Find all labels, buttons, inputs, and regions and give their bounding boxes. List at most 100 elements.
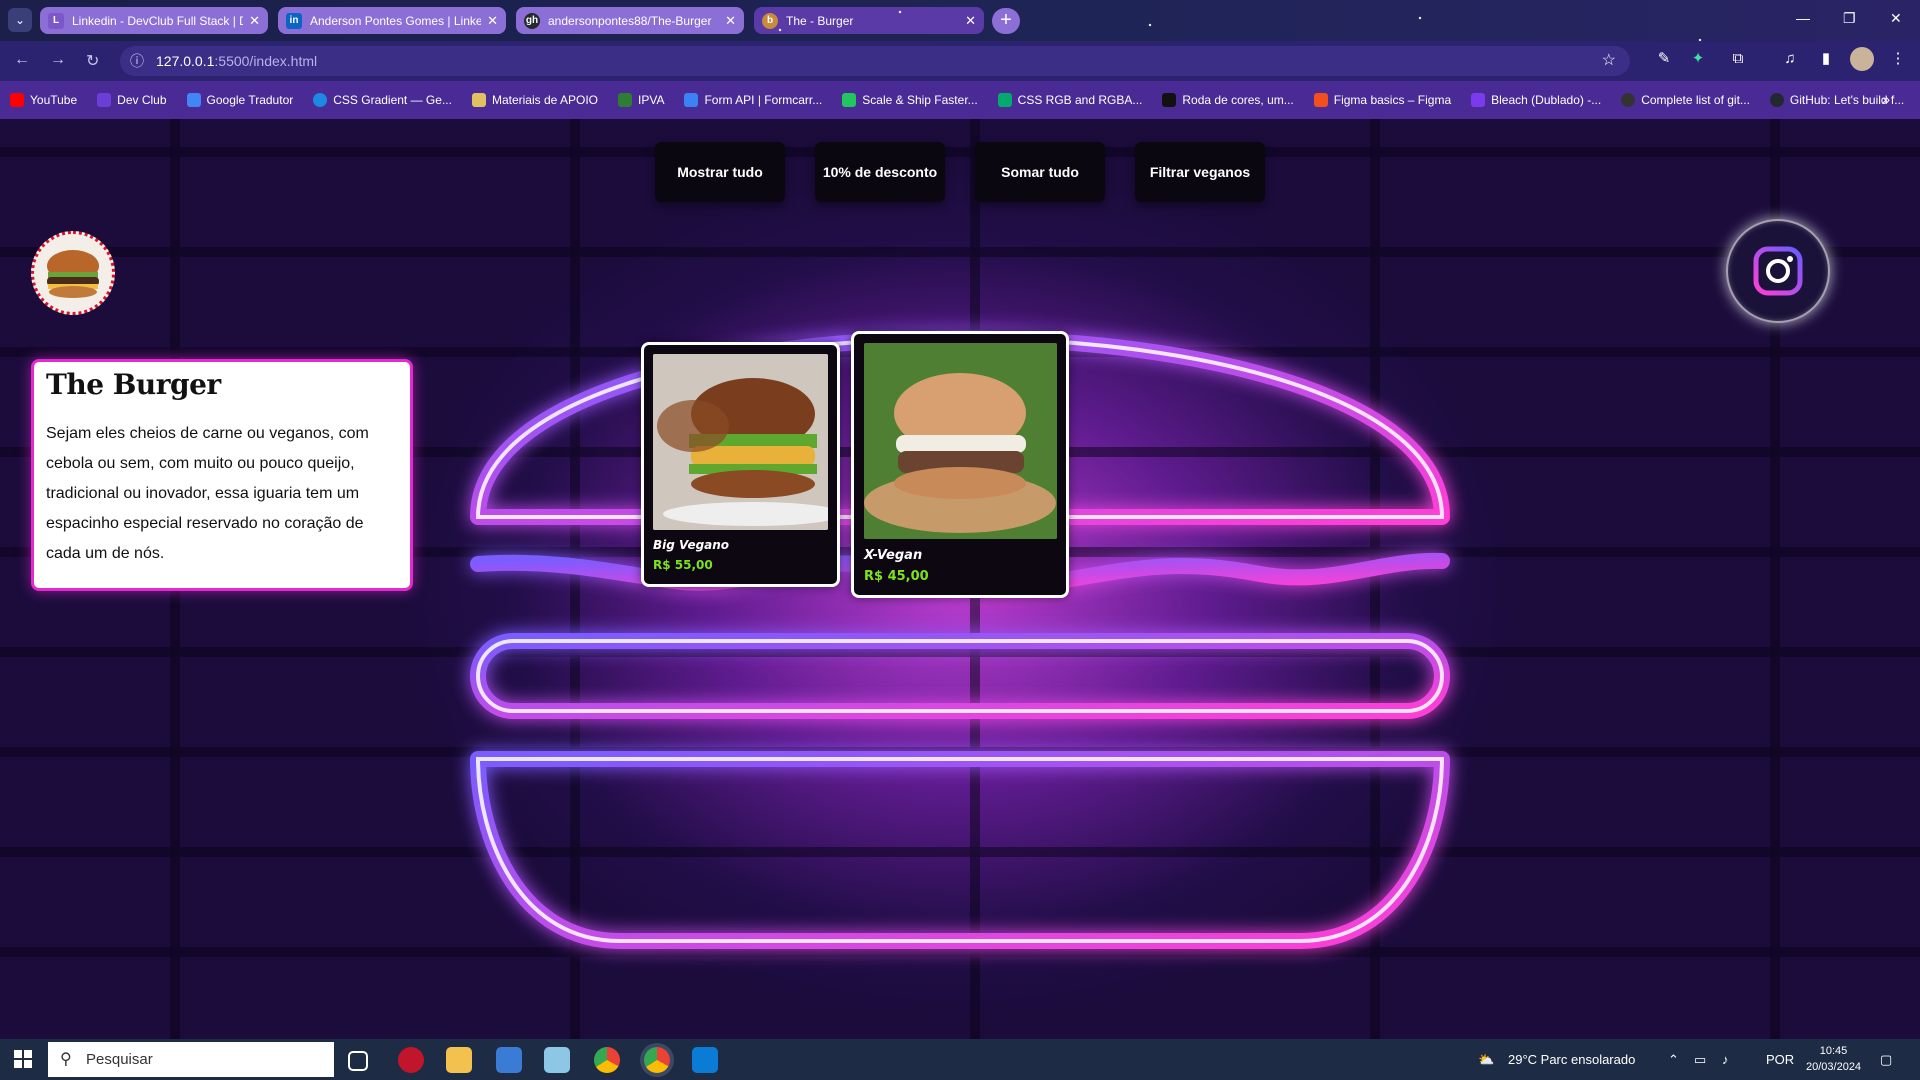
github-favicon-icon: gh — [524, 12, 540, 29]
filter-vegan-button[interactable]: Filtrar veganos — [1135, 142, 1265, 202]
bookmark-item[interactable]: Dev Club — [97, 93, 167, 107]
bookmark-label: Bleach (Dublado) -... — [1491, 93, 1602, 107]
taskbar: ⚲ Pesquisar ⛅ 29°C Parc ensolarado ⌃ ▭ ♪… — [0, 1039, 1920, 1080]
close-tab-icon[interactable]: ✕ — [965, 13, 976, 29]
windows-start-icon[interactable] — [14, 1050, 32, 1068]
bookmark-item[interactable]: IPVA — [618, 93, 664, 107]
app-icon[interactable] — [398, 1047, 424, 1073]
folder-icon — [471, 93, 486, 107]
clock-date: 20/03/2024 — [1806, 1061, 1862, 1073]
tab-title: Anderson Pontes Gomes | Linke — [310, 13, 482, 28]
tab-github-repo[interactable]: gh andersonpontes88/The-Burger ✕ — [516, 7, 744, 34]
bookmark-label: Form API | Formcarr... — [704, 93, 823, 107]
browser-toolbar: ← → ↻ ⓘ 127.0.0.1:5500/index.html ☆ — [0, 41, 1920, 81]
bookmarks-bar: YouTube Dev Club Google Tradutor CSS Gra… — [0, 81, 1920, 119]
extension-icon[interactable]: ✦ — [1688, 49, 1708, 69]
language-indicator[interactable]: POR — [1766, 1039, 1794, 1080]
clock[interactable]: 10:45 20/03/2024 — [1806, 1043, 1861, 1075]
bookmark-item[interactable]: Materiais de APOIO — [471, 93, 598, 107]
notepad-icon[interactable] — [544, 1047, 570, 1073]
chrome-menu-icon[interactable]: ⋮ — [1888, 49, 1908, 69]
eyedropper-extension-icon[interactable]: ✎ — [1654, 49, 1674, 69]
close-tab-icon[interactable]: ✕ — [725, 13, 736, 29]
reload-icon[interactable]: ↻ — [86, 51, 99, 71]
extensions-puzzle-icon[interactable]: ⧉ — [1728, 49, 1748, 69]
tab-linkedin-devclub[interactable]: L Linkedin - DevClub Full Stack | D ✕ — [40, 7, 268, 34]
bookmark-item[interactable]: Google Tradutor — [186, 93, 294, 107]
bookmark-label: Google Tradutor — [206, 93, 294, 107]
chrome-icon[interactable] — [594, 1047, 620, 1073]
url-host: 127.0.0.1 — [156, 53, 215, 69]
notifications-icon[interactable]: ▢ — [1880, 1039, 1892, 1080]
info-description: Sejam eles cheios de carne ou veganos, c… — [46, 425, 369, 562]
calculator-icon[interactable] — [496, 1047, 522, 1073]
bookmark-label: Roda de cores, um... — [1182, 93, 1294, 107]
tab-linkedin-profile[interactable]: in Anderson Pontes Gomes | Linke ✕ — [278, 7, 506, 34]
tab-title: The - Burger — [786, 13, 854, 28]
chrome-active-icon[interactable] — [644, 1047, 670, 1073]
discount-button[interactable]: 10% de desconto — [815, 142, 945, 202]
network-icon[interactable]: ▭ — [1694, 1039, 1706, 1080]
product-price: R$ 55,00 — [653, 558, 713, 572]
bookmark-item[interactable]: CSS RGB and RGBA... — [997, 93, 1143, 107]
minimize-icon[interactable]: — — [1796, 10, 1810, 26]
product-price: R$ 45,00 — [864, 569, 929, 584]
sum-all-button[interactable]: Somar tudo — [975, 142, 1105, 202]
product-card[interactable]: X-Vegan R$ 45,00 — [851, 331, 1069, 598]
weather-status[interactable]: 29°C Parc ensolarado — [1508, 1039, 1635, 1080]
tab-the-burger[interactable]: b The - Burger ✕ — [754, 7, 984, 34]
bookmark-item[interactable]: Form API | Formcarr... — [684, 93, 822, 107]
show-all-button[interactable]: Mostrar tudo — [655, 142, 785, 202]
ipva-icon — [618, 93, 632, 107]
google-translate-icon — [186, 93, 201, 107]
bookmark-label: CSS Gradient — Ge... — [333, 93, 452, 107]
tray-overflow-icon[interactable]: ⌃ — [1668, 1039, 1679, 1080]
product-name: Big Vegano — [653, 538, 730, 552]
page-viewport: Mostrar tudo 10% de desconto Somar tudo … — [0, 119, 1920, 1039]
side-panel-icon[interactable]: ▮ — [1816, 49, 1836, 69]
site-info-icon[interactable]: ⓘ — [130, 46, 144, 76]
volume-icon[interactable]: ♪ — [1722, 1039, 1729, 1080]
bookmark-item[interactable]: Figma basics – Figma — [1313, 93, 1451, 107]
info-card: The Burger Sejam eles cheios de carne ou… — [31, 359, 413, 591]
product-card[interactable]: Big Vegano R$ 55,00 — [641, 342, 840, 587]
close-window-icon[interactable]: ✕ — [1890, 10, 1902, 27]
bookmarks-overflow-icon[interactable]: » — [1882, 91, 1890, 107]
bookmark-item[interactable]: YouTube — [10, 93, 77, 107]
bookmark-label: Complete list of git... — [1641, 93, 1750, 107]
linkedin-favicon-icon: in — [286, 12, 302, 29]
media-control-icon[interactable]: ♫ — [1780, 49, 1800, 69]
address-bar[interactable]: ⓘ 127.0.0.1:5500/index.html ☆ — [120, 46, 1630, 76]
task-view-icon[interactable] — [348, 1051, 368, 1071]
instagram-link[interactable] — [1726, 219, 1830, 323]
search-placeholder: Pesquisar — [86, 1051, 153, 1068]
burger-logo — [31, 231, 115, 315]
linkedin-favicon-icon: L — [48, 12, 64, 29]
forward-icon[interactable]: → — [50, 51, 66, 69]
figma-icon — [1313, 93, 1328, 107]
bookmark-item[interactable]: Scale & Ship Faster... — [842, 93, 978, 107]
w3schools-icon — [997, 93, 1012, 107]
bookmark-label: CSS RGB and RGBA... — [1017, 93, 1143, 107]
bookmark-item[interactable]: CSS Gradient — Ge... — [313, 93, 452, 107]
bleach-icon — [1471, 93, 1486, 107]
tab-title: andersonpontes88/The-Burger — [548, 13, 712, 28]
tab-search-button[interactable]: ⌄ — [8, 8, 32, 32]
bookmark-item[interactable]: Roda de cores, um... — [1162, 93, 1294, 107]
taskbar-search-input[interactable]: ⚲ Pesquisar — [48, 1042, 334, 1077]
bookmark-star-icon[interactable]: ☆ — [1602, 46, 1616, 76]
product-photo — [864, 343, 1057, 539]
profile-avatar[interactable] — [1850, 47, 1874, 71]
search-icon: ⚲ — [60, 1051, 72, 1068]
vscode-icon[interactable] — [692, 1047, 718, 1073]
bookmark-item[interactable]: Complete list of git... — [1621, 93, 1750, 107]
burger-photo-icon — [864, 343, 1057, 539]
new-tab-button[interactable]: + — [992, 8, 1020, 34]
file-explorer-icon[interactable] — [446, 1047, 472, 1073]
back-icon[interactable]: ← — [14, 51, 30, 69]
bookmark-item[interactable]: Bleach (Dublado) -... — [1471, 93, 1601, 107]
close-tab-icon[interactable]: ✕ — [487, 13, 498, 29]
close-tab-icon[interactable]: ✕ — [249, 13, 260, 29]
restore-icon[interactable]: ❐ — [1843, 10, 1856, 27]
url-path: :5500/index.html — [214, 53, 318, 69]
